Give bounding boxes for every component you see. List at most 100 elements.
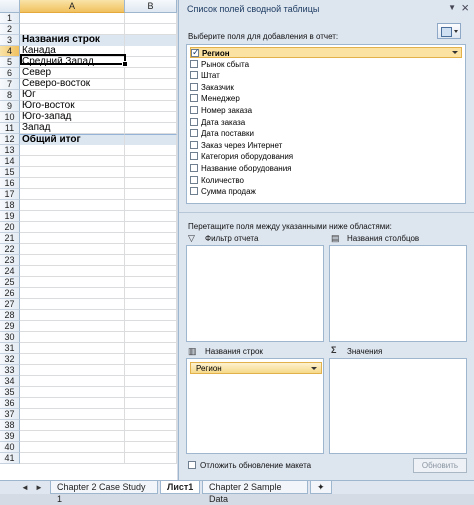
row-header[interactable]: 41: [0, 453, 20, 464]
cell-b[interactable]: [125, 255, 177, 266]
row-header[interactable]: 5: [0, 57, 20, 68]
cell-a[interactable]: [20, 244, 125, 255]
field-item[interactable]: Заказ через Интернет: [190, 140, 462, 151]
cell-a[interactable]: Юг: [20, 90, 125, 101]
cell-a[interactable]: Север: [20, 68, 125, 79]
insert-sheet-tab[interactable]: ✦: [310, 481, 332, 494]
cell-b[interactable]: [125, 376, 177, 387]
row-header[interactable]: 39: [0, 431, 20, 442]
cell-a[interactable]: Юго-запад: [20, 112, 125, 123]
row-header[interactable]: 38: [0, 420, 20, 431]
cell-b[interactable]: [125, 299, 177, 310]
cell-b[interactable]: [125, 46, 177, 57]
sheet-tab-case-study[interactable]: Chapter 2 Case Study 1: [50, 481, 158, 504]
cell-a[interactable]: [20, 13, 125, 24]
row-header[interactable]: 18: [0, 200, 20, 211]
cell-a[interactable]: [20, 233, 125, 244]
cell-b[interactable]: [125, 233, 177, 244]
cell-a[interactable]: [20, 431, 125, 442]
field-item[interactable]: Название оборудования: [190, 163, 462, 174]
cell-a[interactable]: Запад: [20, 123, 125, 134]
cell-b[interactable]: [125, 134, 177, 145]
cell-b[interactable]: [125, 200, 177, 211]
cell-b[interactable]: [125, 453, 177, 464]
field-item[interactable]: Регион: [190, 47, 462, 58]
report-filter-zone[interactable]: [186, 245, 324, 342]
cell-b[interactable]: [125, 178, 177, 189]
prev-sheet-button[interactable]: ◄: [20, 482, 30, 493]
field-item[interactable]: Менеджер: [190, 93, 462, 104]
cell-a[interactable]: [20, 178, 125, 189]
cell-a[interactable]: [20, 442, 125, 453]
row-header[interactable]: 19: [0, 211, 20, 222]
row-header[interactable]: 16: [0, 178, 20, 189]
cell-b[interactable]: [125, 332, 177, 343]
field-checkbox[interactable]: [190, 71, 198, 80]
cell-b[interactable]: [125, 387, 177, 398]
cell-b[interactable]: [125, 277, 177, 288]
cell-a[interactable]: [20, 409, 125, 420]
cell-b[interactable]: [125, 310, 177, 321]
cell-a[interactable]: [20, 167, 125, 178]
cell-a[interactable]: [20, 277, 125, 288]
field-list[interactable]: РегионРынок сбыта ШтатЗаказчик Менеджер Ном…: [186, 44, 466, 204]
cell-a[interactable]: [20, 288, 125, 299]
cell-a[interactable]: [20, 420, 125, 431]
row-header[interactable]: 7: [0, 79, 20, 90]
select-all-corner[interactable]: [0, 0, 20, 13]
defer-layout-checkbox[interactable]: [188, 461, 196, 469]
row-header[interactable]: 37: [0, 409, 20, 420]
row-field-chip-region[interactable]: Регион: [190, 362, 322, 374]
cell-b[interactable]: [125, 222, 177, 233]
cell-b[interactable]: [125, 321, 177, 332]
field-checkbox[interactable]: [190, 187, 198, 196]
field-checkbox[interactable]: [190, 140, 198, 149]
cell-a[interactable]: [20, 255, 125, 266]
cell-a[interactable]: [20, 332, 125, 343]
field-item[interactable]: Сумма продаж: [190, 186, 462, 197]
sheet-tab-sample-data[interactable]: Chapter 2 Sample Data: [202, 481, 308, 504]
row-header[interactable]: 6: [0, 68, 20, 79]
cell-a[interactable]: [20, 321, 125, 332]
worksheet[interactable]: A B 1 2 3 Названия строк 4 Канада 5 Средний Зап…: [0, 0, 177, 480]
layout-options-button[interactable]: [437, 23, 461, 39]
row-header[interactable]: 9: [0, 101, 20, 112]
cell-a[interactable]: [20, 398, 125, 409]
cell-a[interactable]: [20, 145, 125, 156]
column-header-b[interactable]: B: [125, 0, 177, 13]
cell-a[interactable]: [20, 222, 125, 233]
row-header[interactable]: 25: [0, 277, 20, 288]
row-header[interactable]: 30: [0, 332, 20, 343]
cell-a[interactable]: [20, 376, 125, 387]
cell-b[interactable]: [125, 211, 177, 222]
cell-b[interactable]: [125, 442, 177, 453]
cell-a[interactable]: [20, 189, 125, 200]
cell-b[interactable]: [125, 101, 177, 112]
row-header[interactable]: 32: [0, 354, 20, 365]
field-item[interactable]: Количество: [190, 175, 462, 186]
pane-splitter[interactable]: [179, 212, 474, 218]
row-header[interactable]: 23: [0, 255, 20, 266]
row-header[interactable]: 2: [0, 24, 20, 35]
field-checkbox[interactable]: [190, 117, 198, 126]
cell-b[interactable]: [125, 365, 177, 376]
field-item[interactable]: Рынок сбыта: [190, 59, 462, 70]
grand-total-cell[interactable]: Общий итог: [20, 134, 125, 145]
cell-b[interactable]: [125, 123, 177, 134]
row-header[interactable]: 28: [0, 310, 20, 321]
cell-a[interactable]: [20, 354, 125, 365]
row-header[interactable]: 40: [0, 442, 20, 453]
cell-b[interactable]: [125, 244, 177, 255]
cell-a[interactable]: [20, 266, 125, 277]
row-header[interactable]: 35: [0, 387, 20, 398]
cell-b[interactable]: [125, 145, 177, 156]
cell-a[interactable]: [20, 200, 125, 211]
field-checkbox[interactable]: [190, 82, 198, 91]
sheet-tab-list1[interactable]: Лист1: [160, 481, 200, 494]
update-button[interactable]: Обновить: [413, 458, 467, 473]
field-item[interactable]: Дата заказа: [190, 117, 462, 128]
row-header[interactable]: 3: [0, 35, 20, 46]
row-header[interactable]: 21: [0, 233, 20, 244]
pane-options-icon[interactable]: ▼: [448, 3, 456, 12]
cell-b[interactable]: [125, 24, 177, 35]
